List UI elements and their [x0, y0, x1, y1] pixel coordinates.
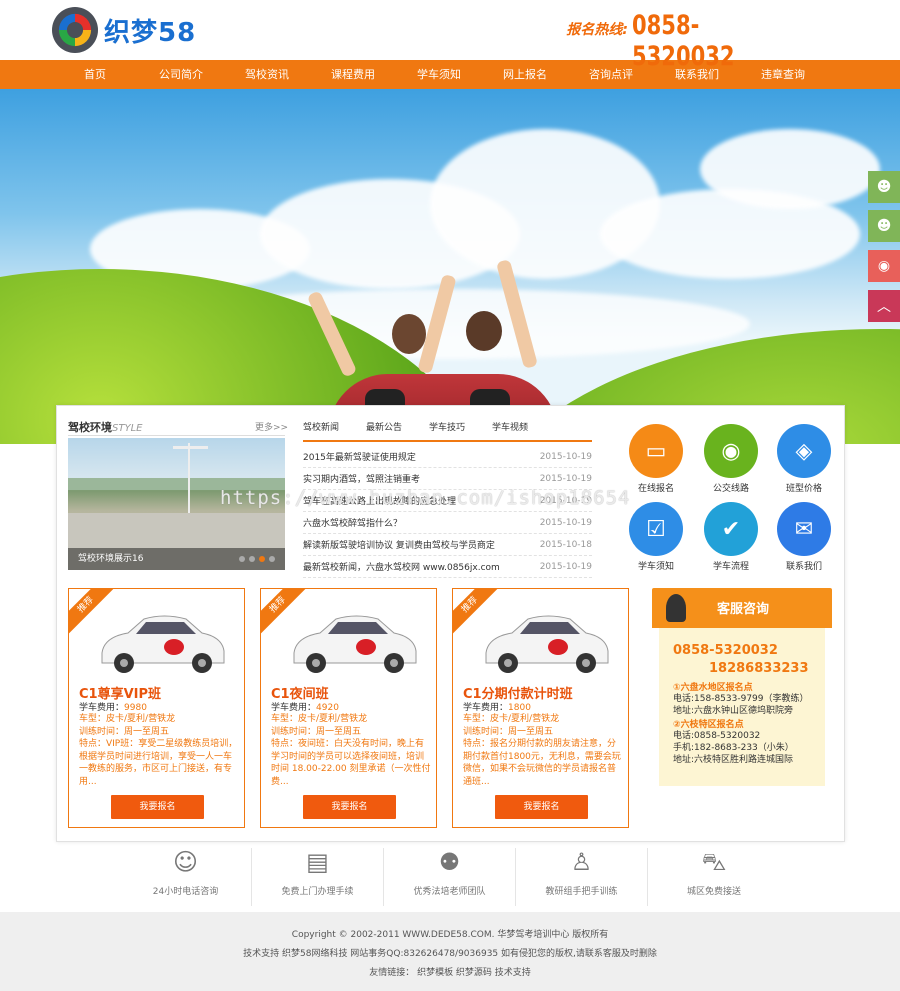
hotline: 报名热线: 0858-5320032 [566, 10, 842, 72]
quick-learning-process[interactable]: ✔ 学车流程 [691, 502, 771, 572]
tab-tips[interactable]: 学车技巧 [429, 420, 492, 433]
watermark-text: https://www.huzhan.com/ishop18654 [220, 487, 631, 509]
news-item[interactable]: 2015年最新驾驶证使用规定 2015-10-19 [303, 446, 592, 468]
copyright: Copyright © 2002-2011 WWW.DEDE58.COM. 华梦… [291, 930, 609, 940]
footer: Copyright © 2002-2011 WWW.DEDE58.COM. 华梦… [0, 912, 900, 991]
tech-support: 技术支持 织梦58网络科技 网站事务QQ:832626478/9036935 如… [243, 949, 657, 959]
service-body: 0858-5320032 18286833233 ①六盘水地区报名点 电话:15… [659, 628, 825, 786]
nav-about[interactable]: 公司简介 [138, 60, 224, 89]
quick-contact-us[interactable]: ✉ 联系我们 [764, 502, 844, 572]
header: 织梦58 报名热线: 0858-5320032 [0, 0, 900, 72]
hotline-label: 报名热线: [566, 22, 628, 38]
service-phone-1: 0858-5320032 [673, 643, 778, 658]
chat-icon: ✉ [777, 502, 831, 556]
news-item[interactable]: 解读新版驾驶培训协议 复训费由驾校与学员商定 2015-10-18 [303, 534, 592, 556]
environment-more-link[interactable]: 更多>> [255, 420, 288, 433]
quick-learner-notice[interactable]: ☑ 学车须知 [616, 502, 696, 572]
logo-text: 织梦58 [104, 17, 197, 48]
trainer-icon: ♙ [570, 848, 593, 876]
course-card-night: 推荐 C1夜间班 学车费用：4920 车型：皮卡/夏利/营铁龙 训练时间：周一至… [260, 588, 437, 828]
news-item[interactable]: 六盘水驾校醉驾指什么？ 2015-10-19 [303, 512, 592, 534]
branch-title: ①六盘水地区报名点 [673, 683, 753, 693]
car-image [101, 615, 225, 673]
course-price: 学车费用：9980 [79, 703, 147, 713]
nav-signup[interactable]: 网上报名 [482, 60, 568, 89]
document-icon: ▤ [306, 848, 329, 876]
quick-bus-routes[interactable]: ◉ 公交线路 [691, 424, 771, 494]
feature-item: ⛍ 城区免费接送 [648, 848, 780, 906]
nav-courses[interactable]: 课程费用 [310, 60, 396, 89]
car-image [485, 615, 609, 673]
car-icon: ⛍ [701, 848, 727, 876]
feature-item: ☺ 24小时电话咨询 [120, 848, 252, 906]
signup-button[interactable]: 我要报名 [303, 795, 396, 819]
car-image [293, 615, 417, 673]
signup-button[interactable]: 我要报名 [111, 795, 204, 819]
course-price: 学车费用：1800 [463, 703, 531, 713]
tab-school-news[interactable]: 驾校新闻 [303, 420, 366, 433]
quick-class-prices[interactable]: ◈ 班型价格 [764, 424, 844, 494]
service-phone-2: 18286833233 [709, 661, 809, 676]
car-check-icon: ✔ [704, 502, 758, 556]
news-tabs: 驾校新闻 最新公告 学车技巧 学车视频 [303, 420, 555, 433]
location-icon[interactable]: ◉ [868, 250, 900, 282]
quick-online-signup[interactable]: ▭ 在线报名 [616, 424, 696, 494]
back-to-top-icon[interactable]: ︿ [868, 290, 900, 322]
logo-icon [52, 7, 98, 53]
map-pin-icon: ◉ [704, 424, 758, 478]
hotline-number: 0858-5320032 [632, 10, 735, 72]
signup-button[interactable]: 我要报名 [495, 795, 588, 819]
nav-news[interactable]: 驾校资讯 [224, 60, 310, 89]
course-card-vip: 推荐 C1尊享VIP班 学车费用：9980 车型：皮卡/夏利/营铁龙 训练时间：… [68, 588, 245, 828]
news-item[interactable]: 最新驾校新闻，六盘水驾校网 www.0856jx.com 2015-10-19 [303, 556, 592, 578]
branch-title: ②六枝特区报名点 [673, 720, 744, 730]
team-icon: ⚉ [438, 848, 461, 876]
feature-item: ⚉ 优秀法培老师团队 [384, 848, 516, 906]
news-list: 2015年最新驾驶证使用规定 2015-10-19 实习期内酒驾，驾照注销重考 20… [303, 446, 592, 578]
tab-announcements[interactable]: 最新公告 [366, 420, 429, 433]
nav-notice[interactable]: 学车须知 [396, 60, 482, 89]
service-title: 客服咨询 [717, 602, 770, 617]
environment-title: 驾校环境STYLE [68, 421, 143, 434]
friend-links[interactable]: 友情链接： 织梦模板 织梦源码 技术支持 [0, 964, 900, 983]
slider-dots[interactable] [239, 556, 275, 562]
qq-icon[interactable]: ☻ [868, 210, 900, 242]
course-price: 学车费用：4920 [271, 703, 339, 713]
logo[interactable]: 织梦58 [52, 7, 196, 53]
feature-item: ▤ 免费上门办理手续 [252, 848, 384, 906]
monitor-icon: ▭ [629, 424, 683, 478]
feature-strip: ☺ 24小时电话咨询 ▤ 免费上门办理手续 ⚉ 优秀法培老师团队 ♙ 教研组手把手训练 … [120, 848, 780, 906]
course-info: 车型：皮卡/夏利/营铁龙 训练时间：周一至周五 特点：报名分期付款的朋友请注意，… [463, 714, 621, 787]
headset-icon: ☺ [172, 848, 199, 876]
tab-videos[interactable]: 学车视频 [492, 420, 555, 433]
course-info: 车型：皮卡/夏利/营铁龙 训练时间：周一至周五 特点：VIP班：享受二星级教练员… [79, 714, 238, 787]
course-info: 车型：皮卡/夏利/营铁龙 训练时间：周一至周五 特点：夜间班：白天没有时间，晚上… [271, 714, 431, 787]
service-header: 客服咨询 [652, 588, 832, 628]
feature-item: ♙ 教研组手把手训练 [516, 848, 648, 906]
hero-banner [0, 89, 900, 444]
clipboard-icon: ☑ [629, 502, 683, 556]
qq-icon[interactable]: ☻ [868, 171, 900, 203]
tag-icon: ◈ [777, 424, 831, 478]
customer-service: 客服咨询 0858-5320032 18286833233 ①六盘水地区报名点 … [652, 588, 832, 786]
nav-home[interactable]: 首页 [52, 60, 138, 89]
course-card-installment: 推荐 C1分期付款计时班 学车费用：1800 车型：皮卡/夏利/营铁龙 训练时间… [452, 588, 629, 828]
service-avatar-icon [666, 594, 686, 622]
